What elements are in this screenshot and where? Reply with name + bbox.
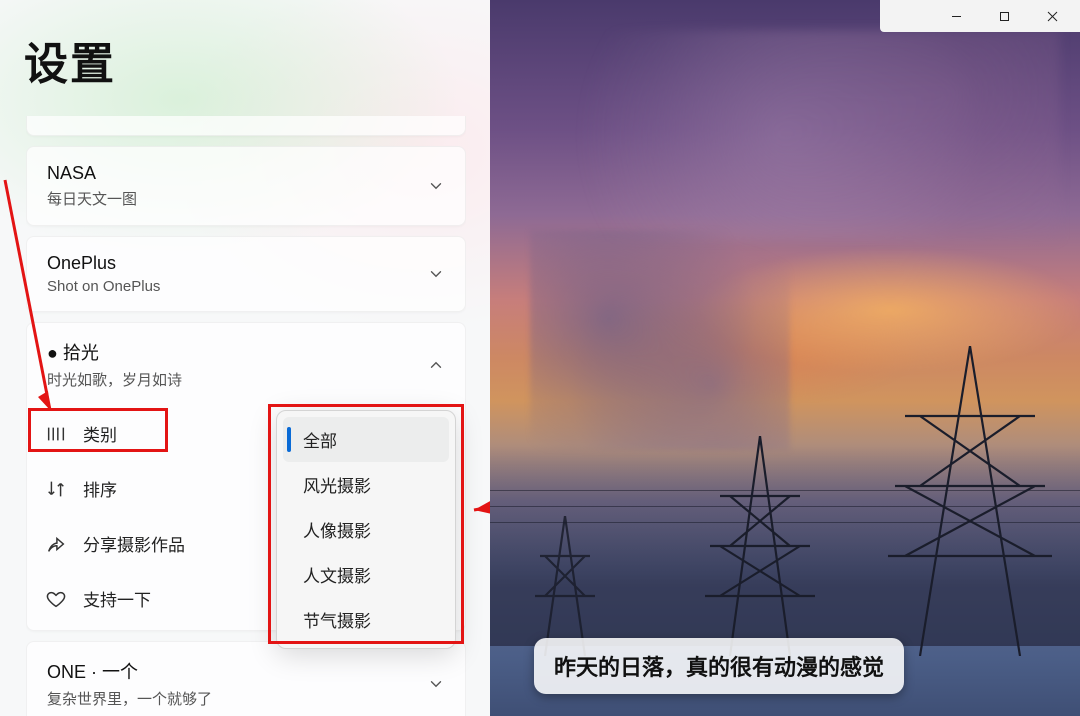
heart-icon	[45, 588, 67, 610]
tower-silhouette	[530, 516, 600, 656]
provider-card-partial[interactable]	[26, 116, 466, 136]
provider-sub: Shot on OnePlus	[47, 278, 427, 295]
provider-card-one[interactable]: ONE · 一个 复杂世界里，一个就够了	[26, 641, 466, 716]
provider-title: OnePlus	[47, 253, 427, 274]
provider-sub: 时光如歌，岁月如诗	[47, 369, 427, 390]
minimize-button[interactable]	[932, 1, 980, 31]
tower-silhouette	[700, 436, 820, 656]
chevron-down-icon	[427, 265, 445, 283]
dropdown-option[interactable]: 人文摄影	[283, 552, 449, 597]
dropdown-option[interactable]: 人像摄影	[283, 507, 449, 552]
provider-title: ● 拾光	[47, 339, 427, 365]
tower-silhouette	[880, 346, 1060, 656]
sort-icon	[45, 478, 67, 500]
provider-title: ONE · 一个	[47, 658, 427, 684]
window-controls	[880, 0, 1080, 32]
provider-card-oneplus[interactable]: OnePlus Shot on OnePlus	[26, 236, 466, 312]
dropdown-option[interactable]: 节气摄影	[283, 597, 449, 642]
share-icon	[45, 533, 67, 555]
dropdown-option[interactable]: 全部	[283, 417, 449, 462]
provider-title: NASA	[47, 163, 427, 184]
provider-card-nasa[interactable]: NASA 每日天文一图	[26, 146, 466, 226]
category-dropdown[interactable]: 全部 风光摄影 人像摄影 人文摄影 节气摄影	[276, 410, 456, 649]
maximize-button[interactable]	[980, 1, 1028, 31]
wallpaper-preview	[490, 0, 1080, 716]
sub-item-label: 分享摄影作品	[83, 531, 185, 556]
chevron-down-icon	[427, 675, 445, 693]
page-title: 设置	[24, 28, 116, 92]
provider-sub: 每日天文一图	[47, 188, 427, 209]
provider-sub: 复杂世界里，一个就够了	[47, 688, 427, 709]
chevron-up-icon	[427, 356, 445, 374]
category-icon	[45, 423, 67, 445]
sub-item-label: 类别	[83, 421, 117, 446]
close-button[interactable]	[1028, 1, 1076, 31]
sub-item-label: 支持一下	[83, 586, 151, 611]
dropdown-option[interactable]: 风光摄影	[283, 462, 449, 507]
sub-item-label: 排序	[83, 476, 117, 501]
chevron-down-icon	[427, 177, 445, 195]
photo-caption: 昨天的日落，真的很有动漫的感觉	[534, 638, 904, 694]
